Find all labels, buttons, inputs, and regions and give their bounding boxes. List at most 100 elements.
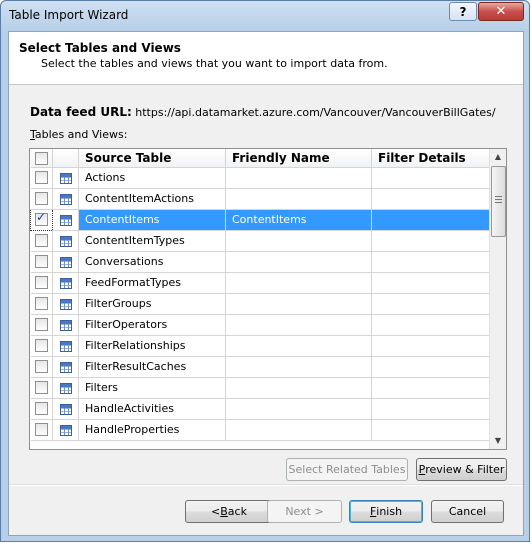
back-button[interactable]: < Back (185, 500, 273, 523)
filter-details-cell[interactable] (371, 293, 493, 315)
preview-filter-button[interactable]: Preview & Filter (416, 458, 507, 481)
filter-details-cell[interactable] (371, 272, 493, 294)
source-table-cell[interactable]: Filters (78, 377, 226, 399)
data-feed-url-label: Data feed URL: (30, 105, 132, 119)
table-row[interactable]: FilterOperators (30, 314, 493, 336)
table-row[interactable]: Conversations (30, 251, 493, 273)
row-checkbox[interactable] (34, 255, 48, 269)
help-button[interactable]: ? (449, 2, 477, 21)
row-checkbox-cell[interactable] (30, 208, 53, 231)
row-checkbox[interactable] (34, 318, 48, 332)
friendly-name-cell[interactable] (225, 251, 372, 273)
table-row[interactable]: FilterResultCaches (30, 356, 493, 378)
table-row[interactable]: FilterGroups (30, 293, 493, 315)
table-row[interactable]: FilterRelationships (30, 335, 493, 357)
source-table-cell[interactable]: HandleActivities (78, 398, 226, 420)
select-related-tables-button[interactable]: Select Related Tables (286, 458, 408, 481)
select-all-checkbox[interactable] (34, 151, 48, 165)
scroll-up-icon[interactable]: ▲ (490, 149, 506, 165)
friendly-name-cell[interactable] (225, 377, 372, 399)
source-table-cell[interactable]: FilterOperators (78, 314, 226, 336)
tables-grid[interactable]: Source Table Friendly Name Filter Detail… (29, 148, 507, 450)
friendly-name-cell[interactable] (225, 188, 372, 210)
finish-button[interactable]: Finish (349, 500, 423, 523)
filter-details-cell[interactable] (371, 209, 493, 231)
friendly-name-cell[interactable] (225, 356, 372, 378)
friendly-name-cell[interactable] (225, 230, 372, 252)
row-checkbox[interactable] (34, 297, 48, 311)
table-row[interactable]: FeedFormatTypes (30, 272, 493, 294)
source-table-cell[interactable]: ContentItemTypes (78, 230, 226, 252)
row-checkbox-cell[interactable] (30, 293, 53, 315)
source-table-cell[interactable]: Actions (78, 167, 226, 189)
row-checkbox[interactable] (34, 423, 48, 437)
filter-details-cell[interactable] (371, 356, 493, 378)
source-table-cell[interactable]: Conversations (78, 251, 226, 273)
row-checkbox-cell[interactable] (30, 167, 53, 189)
row-checkbox-cell[interactable] (30, 251, 53, 273)
filter-details-cell[interactable] (371, 314, 493, 336)
column-header-friendly-name[interactable]: Friendly Name (225, 149, 372, 168)
tables-table: Source Table Friendly Name Filter Detail… (30, 149, 493, 441)
row-checkbox-cell[interactable] (30, 230, 53, 252)
filter-details-cell[interactable] (371, 230, 493, 252)
friendly-name-cell[interactable] (225, 272, 372, 294)
row-checkbox-cell[interactable] (30, 188, 53, 210)
cancel-button[interactable]: Cancel (431, 500, 504, 523)
filter-details-cell[interactable] (371, 377, 493, 399)
friendly-name-cell[interactable] (225, 335, 372, 357)
filter-details-cell[interactable] (371, 188, 493, 210)
source-table-cell[interactable]: FilterRelationships (78, 335, 226, 357)
source-table-cell[interactable]: ContentItems (78, 209, 226, 231)
next-button[interactable]: Next > (267, 500, 342, 523)
row-checkbox[interactable] (34, 402, 48, 416)
table-row[interactable]: Actions (30, 167, 493, 189)
row-checkbox[interactable] (34, 171, 48, 185)
row-checkbox-cell[interactable] (30, 356, 53, 378)
source-table-cell[interactable]: FilterResultCaches (78, 356, 226, 378)
table-row[interactable]: HandleActivities (30, 398, 493, 420)
scroll-down-icon[interactable]: ▼ (490, 433, 506, 449)
source-table-cell[interactable]: FeedFormatTypes (78, 272, 226, 294)
table-row[interactable]: ContentItemActions (30, 188, 493, 210)
row-checkbox-cell[interactable] (30, 335, 53, 357)
friendly-name-cell[interactable] (225, 314, 372, 336)
title-bar[interactable]: Table Import Wizard ? ✕ (1, 1, 531, 31)
row-checkbox-cell[interactable] (30, 272, 53, 294)
row-checkbox[interactable] (34, 192, 48, 206)
row-checkbox[interactable] (34, 339, 48, 353)
friendly-name-cell[interactable] (225, 419, 372, 441)
filter-details-cell[interactable] (371, 398, 493, 420)
filter-details-cell[interactable] (371, 335, 493, 357)
scrollbar-thumb[interactable] (491, 166, 506, 237)
row-checkbox-cell[interactable] (30, 398, 53, 420)
column-header-filter-details[interactable]: Filter Details (371, 149, 493, 168)
friendly-name-cell[interactable]: ContentItems (225, 209, 372, 231)
friendly-name-cell[interactable] (225, 398, 372, 420)
close-button[interactable]: ✕ (478, 2, 524, 21)
filter-details-cell[interactable] (371, 167, 493, 189)
source-table-cell[interactable]: ContentItemActions (78, 188, 226, 210)
row-checkbox[interactable] (35, 210, 48, 227)
table-icon-cell (52, 251, 79, 273)
friendly-name-cell[interactable] (225, 293, 372, 315)
row-checkbox-cell[interactable] (30, 377, 53, 399)
source-table-cell[interactable]: FilterGroups (78, 293, 226, 315)
table-row[interactable]: HandleProperties (30, 419, 493, 441)
table-row[interactable]: ContentItemTypes (30, 230, 493, 252)
filter-details-cell[interactable] (371, 419, 493, 441)
table-row[interactable]: Filters (30, 377, 493, 399)
row-checkbox[interactable] (34, 234, 48, 248)
select-all-header[interactable] (30, 149, 53, 168)
column-header-source-table[interactable]: Source Table (78, 149, 226, 168)
row-checkbox-cell[interactable] (30, 419, 53, 441)
row-checkbox[interactable] (34, 381, 48, 395)
row-checkbox[interactable] (34, 360, 48, 374)
filter-details-cell[interactable] (371, 251, 493, 273)
table-row[interactable]: ContentItemsContentItems (30, 208, 493, 231)
source-table-cell[interactable]: HandleProperties (78, 419, 226, 441)
row-checkbox-cell[interactable] (30, 314, 53, 336)
vertical-scrollbar[interactable]: ▲ ▼ (489, 149, 506, 449)
friendly-name-cell[interactable] (225, 167, 372, 189)
row-checkbox[interactable] (34, 276, 48, 290)
